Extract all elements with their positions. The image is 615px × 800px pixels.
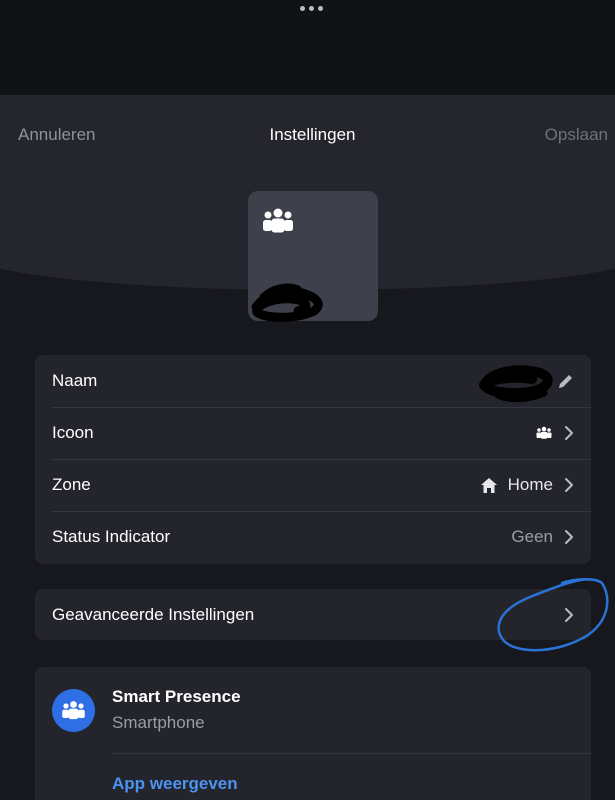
people-group-icon <box>263 208 293 233</box>
sheet-drag-handle[interactable] <box>300 6 323 11</box>
pencil-icon <box>559 375 572 388</box>
smart-presence-card: Smart Presence Smartphone App weergeven <box>35 667 591 800</box>
row-label: Icoon <box>52 423 94 442</box>
divider <box>112 753 591 754</box>
chevron-right-icon <box>565 478 573 492</box>
settings-sheet: Annuleren Instellingen Opslaan Naam Icoo <box>0 95 615 800</box>
row-label: Zone <box>52 475 91 494</box>
row-label: Status Indicator <box>52 527 171 546</box>
presence-avatar <box>52 689 95 732</box>
presence-subtitle: Smartphone <box>112 713 205 732</box>
zone-value: Home <box>507 475 553 494</box>
people-group-icon <box>536 426 552 439</box>
home-icon <box>480 477 497 493</box>
people-group-icon <box>62 701 85 720</box>
redaction-scribble <box>251 283 323 322</box>
row-label: Naam <box>52 371 98 390</box>
chevron-right-icon <box>565 530 573 544</box>
settings-row-status-indicator[interactable]: Status Indicator Geen <box>35 511 591 563</box>
row-label: Geavanceerde Instellingen <box>52 605 255 624</box>
page-title: Instellingen <box>269 125 356 144</box>
nav-bar: Annuleren Instellingen Opslaan <box>0 95 615 175</box>
chevron-right-icon <box>565 426 573 440</box>
settings-row-zone[interactable]: Zone Home <box>35 459 591 511</box>
save-button[interactable]: Opslaan <box>545 125 608 145</box>
redaction-scribble <box>479 365 553 403</box>
settings-row-icon[interactable]: Icoon <box>35 407 591 459</box>
status-value: Geen <box>511 527 553 546</box>
view-app-link[interactable]: App weergeven <box>112 774 238 794</box>
background-app-area <box>0 0 615 95</box>
annotation-circle <box>497 578 609 652</box>
presence-title: Smart Presence <box>112 687 241 706</box>
